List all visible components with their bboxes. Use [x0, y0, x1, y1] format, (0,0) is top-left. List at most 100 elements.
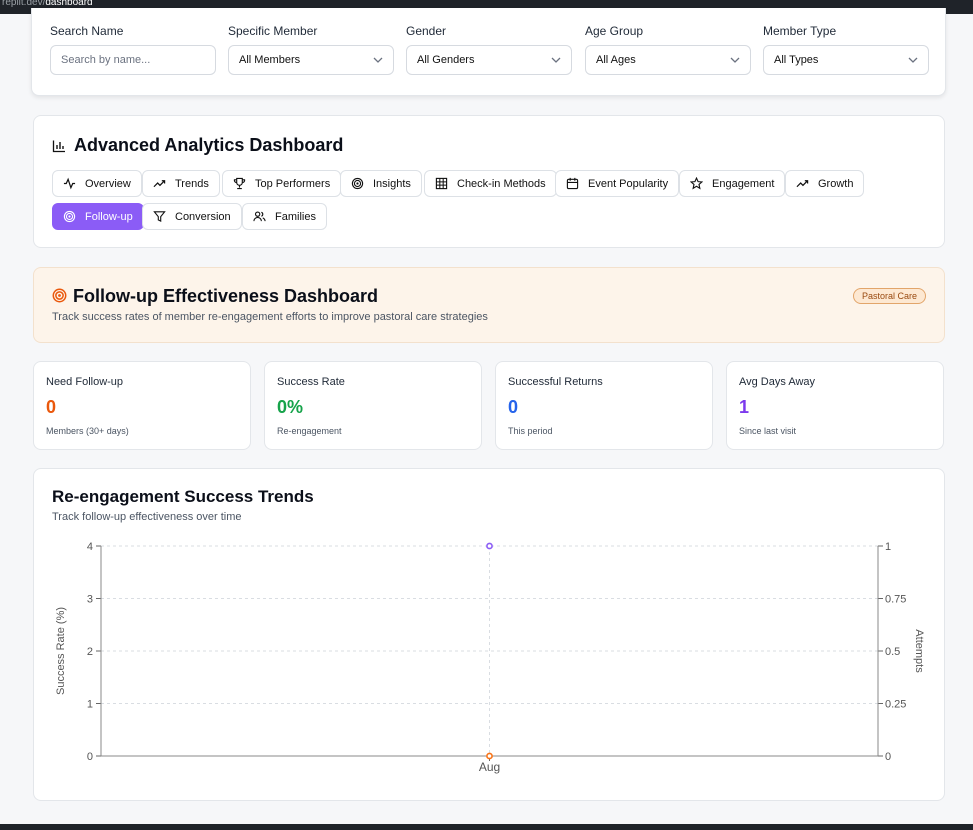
type-label: Member Type [763, 24, 837, 38]
tab-overview[interactable]: Overview [52, 170, 142, 197]
tab-conversion[interactable]: Conversion [142, 203, 242, 230]
y2-tick-label: 0.5 [885, 646, 900, 658]
tab-insights[interactable]: Insights [340, 170, 422, 197]
chevron-down-icon [730, 57, 740, 63]
stat-sub: Re-engagement [277, 426, 342, 436]
age-select-value: All Ages [596, 54, 636, 66]
tab-engagement[interactable]: Engagement [679, 170, 786, 197]
analytics-title-row: Advanced Analytics Dashboard [52, 135, 343, 156]
tab-label: Engagement [712, 177, 775, 190]
series-1-point [486, 542, 493, 550]
tab-label: Event Popularity [588, 177, 669, 190]
y2-tick-label: 0.75 [885, 594, 906, 606]
type-select-value: All Types [774, 54, 819, 66]
followup-header-card: Follow-up Effectiveness Dashboard Track … [33, 267, 945, 343]
series-0-point [486, 752, 493, 760]
window-bottom-edge [0, 824, 973, 830]
search-label: Search Name [50, 24, 124, 38]
tab-follow-up[interactable]: Follow-up [52, 203, 144, 230]
tab-label: Trends [175, 177, 209, 190]
y-tick-label: 4 [87, 541, 93, 553]
stat-card-need-follow-up: Need Follow-up 0 Members (30+ days) [33, 361, 251, 450]
stat-value: 1 [739, 397, 750, 417]
stat-label: Avg Days Away [739, 376, 816, 388]
url-path: dashboard [45, 0, 93, 8]
filter-age: Age Group All Ages [585, 24, 751, 75]
gender-label: Gender [406, 24, 447, 38]
filter-icon [153, 211, 166, 223]
tab-label: Top Performers [255, 177, 331, 190]
filter-search: Search Name Search by name... [50, 24, 216, 75]
calendar-icon [566, 177, 579, 190]
target-icon [351, 177, 364, 190]
y2-tick-label: 1 [885, 541, 891, 553]
stat-sub: Members (30+ days) [46, 426, 129, 436]
trending-up-icon [153, 180, 166, 188]
y2-tick-label: 0 [885, 751, 891, 763]
member-label: Specific Member [228, 24, 318, 38]
stat-label: Successful Returns [508, 376, 603, 388]
stat-sub: This period [508, 426, 553, 436]
analytics-nav-card: Advanced Analytics Dashboard Overview Tr… [33, 115, 945, 248]
y-tick-label: 3 [87, 594, 93, 606]
tab-label: Insights [373, 177, 411, 190]
star-icon [690, 177, 703, 190]
tab-growth[interactable]: Growth [785, 170, 865, 197]
url-host: replit.dev/ [2, 0, 46, 8]
tab-event-popularity[interactable]: Event Popularity [555, 170, 680, 197]
stat-card-successful-returns: Successful Returns 0 This period [495, 361, 713, 450]
y-tick-label: 1 [87, 699, 93, 711]
stat-sub: Since last visit [739, 426, 797, 436]
gender-select[interactable]: All Genders [406, 45, 572, 75]
followup-subtitle: Track success rates of member re-engagem… [52, 311, 488, 323]
tab-label: Conversion [175, 210, 231, 223]
filters-panel: Search Name Search by name... Specific M… [31, 8, 946, 96]
stat-card-success-rate: Success Rate 0% Re-engagement [264, 361, 482, 450]
member-select[interactable]: All Members [228, 45, 394, 75]
grid-icon [435, 177, 448, 190]
tab-top-performers[interactable]: Top Performers [222, 170, 342, 197]
reengagement-chart-card: Re-engagement Success Trends Track follo… [33, 468, 945, 801]
search-input[interactable]: Search by name... [50, 45, 216, 75]
activity-icon [63, 177, 76, 190]
chevron-down-icon [908, 57, 918, 63]
tab-label: Growth [818, 177, 854, 190]
x-tick-label: Aug [479, 760, 500, 774]
pastoral-care-badge: Pastoral Care [852, 288, 926, 304]
gender-select-value: All Genders [417, 54, 475, 66]
stat-value: 0% [277, 397, 304, 417]
trophy-icon [233, 177, 246, 190]
stat-label: Need Follow-up [46, 376, 124, 388]
users-icon [253, 211, 266, 222]
trending-up-icon [796, 180, 809, 188]
stat-label: Success Rate [277, 376, 345, 388]
type-select[interactable]: All Types [763, 45, 929, 75]
member-select-value: All Members [239, 54, 301, 66]
tab-label: Follow-up [85, 210, 133, 223]
bar-chart-icon [52, 140, 65, 152]
age-select[interactable]: All Ages [585, 45, 751, 75]
filter-gender: Gender All Genders [406, 24, 572, 75]
chevron-down-icon [551, 57, 561, 63]
tab-trends[interactable]: Trends [142, 170, 220, 197]
y-axis-title: Success Rate (%) [55, 607, 67, 695]
tab-label: Families [275, 210, 316, 223]
y-tick-label: 0 [87, 751, 93, 763]
y2-axis-title: Attempts [913, 629, 925, 673]
tab-families[interactable]: Families [242, 203, 327, 230]
y2-tick-label: 0.25 [885, 699, 906, 711]
stat-card-avg-days-away: Avg Days Away 1 Since last visit [726, 361, 944, 450]
y-tick-label: 2 [87, 646, 93, 658]
target-icon [52, 288, 67, 303]
age-label: Age Group [585, 24, 644, 38]
followup-title: Follow-up Effectiveness Dashboard [73, 286, 379, 306]
filter-type: Member Type All Types [763, 24, 929, 75]
tab-label: Overview [85, 177, 131, 190]
stat-value: 0 [46, 397, 57, 417]
analytics-title: Advanced Analytics Dashboard [74, 135, 344, 155]
filter-member: Specific Member All Members [228, 24, 394, 75]
tab-check-in-methods[interactable]: Check-in Methods [424, 170, 557, 197]
stat-value: 0 [508, 397, 519, 417]
target-icon [63, 210, 76, 223]
chevron-down-icon [373, 57, 383, 63]
